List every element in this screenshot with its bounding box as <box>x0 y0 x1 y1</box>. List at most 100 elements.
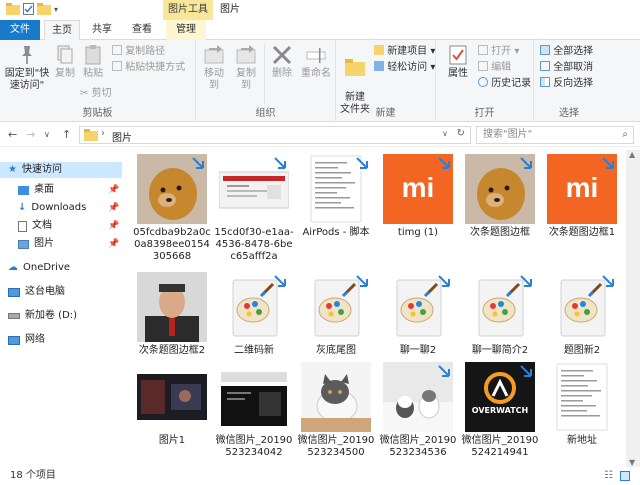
file-tile[interactable]: 05fcdba9b2a0c0a8398ee0154305668 <box>132 150 212 263</box>
pin-icon <box>22 46 32 64</box>
sidebar-item-drive-d[interactable]: 新加卷 (D:) <box>8 308 77 324</box>
open-button[interactable]: 打开 ▾ <box>478 45 519 58</box>
sidebar-item-network[interactable]: 网络 <box>8 332 45 348</box>
file-tile[interactable]: 聊一聊2 <box>378 268 458 357</box>
pin-quick-access-button[interactable]: 固定到"快速访问" <box>2 44 52 92</box>
paint-thumbnail <box>383 272 453 342</box>
sidebar-item-this-pc[interactable]: 这台电脑 <box>8 284 65 300</box>
file-tile[interactable]: 微信图片_20190523234500 <box>296 358 376 459</box>
path-dropdown-icon[interactable]: ∨ <box>442 129 448 138</box>
file-tile[interactable]: 次条题图边框 <box>460 150 540 239</box>
select-none-button[interactable]: 全部取消 <box>540 61 593 74</box>
file-tile[interactable]: 微信图片_20190523234536 <box>378 358 458 459</box>
copy-icon <box>57 45 73 64</box>
sidebar-item-downloads[interactable]: ↓ Downloads 📌 <box>18 200 119 216</box>
large-icons-view-icon[interactable] <box>620 471 630 481</box>
invert-selection-icon <box>540 77 550 87</box>
dog-thumbnail <box>465 154 535 224</box>
tab-share[interactable]: 共享 <box>84 20 120 40</box>
file-tile[interactable]: mi timg (1) <box>378 150 458 239</box>
folder-icon[interactable] <box>6 3 20 15</box>
doc-thumbnail <box>547 362 617 432</box>
file-tile[interactable]: 15cd0f30-e1aa-4536-8478-6bec65afff2a <box>214 150 294 263</box>
star-icon: ★ <box>8 164 17 175</box>
file-tile[interactable]: 新地址 <box>542 358 622 447</box>
file-tile[interactable]: 二维码新 <box>214 268 294 357</box>
tab-file[interactable]: 文件 <box>0 20 40 40</box>
select-all-label: 全部选择 <box>553 46 594 57</box>
copy-label: 复制 <box>55 68 75 79</box>
cut-button[interactable]: ✂ 剪切 <box>80 87 112 100</box>
file-name: timg (1) <box>397 227 439 238</box>
delete-button[interactable]: 删除 <box>268 44 296 80</box>
details-view-icon[interactable]: ☷ <box>604 467 613 485</box>
easy-access-button[interactable]: 轻松访问 ▾ <box>374 61 435 74</box>
pin-icon[interactable]: 📌 <box>108 236 119 252</box>
refresh-icon[interactable]: ↻ <box>457 128 465 139</box>
file-tile[interactable]: 题图新2 <box>542 268 622 357</box>
copy-path-button[interactable]: 复制路径 <box>112 45 165 58</box>
cut-label: 剪切 <box>91 88 112 99</box>
file-tile[interactable]: OVERWATCH 微信图片_20190524214941 <box>460 358 540 459</box>
history-button[interactable]: 历史记录 <box>478 77 531 90</box>
invert-selection-label: 反向选择 <box>553 78 594 89</box>
move-to-button[interactable]: 移动到 <box>200 44 228 92</box>
file-tile[interactable]: 灰底尾图 <box>296 268 376 357</box>
copy-to-button[interactable]: 复制到 <box>232 44 260 92</box>
easy-access-label: 轻松访问 <box>387 62 428 73</box>
paste-shortcut-icon <box>112 61 122 71</box>
chevron-down-icon[interactable]: ▾ <box>54 5 58 14</box>
tab-home[interactable]: 主页 <box>44 20 80 41</box>
path-segment[interactable]: 图片 <box>112 129 132 144</box>
recent-locations-chevron-icon[interactable]: ∨ <box>44 130 50 139</box>
back-arrow-icon[interactable]: ← <box>8 128 17 141</box>
paste-label: 粘贴 <box>83 68 103 79</box>
cloud-icon: ☁ <box>8 262 18 273</box>
paste-shortcut-button[interactable]: 粘贴快捷方式 <box>112 61 185 74</box>
paste-button[interactable]: 粘贴 <box>80 44 106 80</box>
invert-selection-button[interactable]: 反向选择 <box>540 77 593 90</box>
sidebar-item-onedrive[interactable]: ☁ OneDrive <box>8 260 70 276</box>
desktop-icon <box>18 185 29 195</box>
file-tile[interactable]: 聊一聊简介2 <box>460 268 540 357</box>
sidebar-item-label: Downloads <box>31 202 87 213</box>
rename-button[interactable]: 重命名 <box>300 44 332 80</box>
tab-manage[interactable]: 管理 <box>166 20 206 40</box>
sidebar-item-quick-access[interactable]: ★ 快速访问 <box>0 162 122 178</box>
file-tile[interactable]: AirPods - 脚本 <box>296 150 376 239</box>
properties-button[interactable]: 属性 <box>444 44 472 80</box>
file-tile[interactable]: 次条题图边框2 <box>132 268 212 357</box>
file-tile[interactable]: 图片1 <box>132 358 212 447</box>
search-input[interactable]: 搜索"图片" ⌕ <box>476 126 634 144</box>
new-item-button[interactable]: 新建项目 ▾ <box>374 45 435 58</box>
shortcut-arrow-icon <box>520 365 532 377</box>
history-icon <box>478 77 488 87</box>
scroll-down-icon[interactable]: ▼ <box>629 458 635 467</box>
address-path[interactable]: › 图片 ∨ ↻ <box>79 126 471 144</box>
shortcut-arrow-icon <box>274 157 286 169</box>
pin-icon[interactable]: 📌 <box>108 200 119 216</box>
file-tile[interactable]: mi 次条题图边框1 <box>542 150 622 239</box>
new-folder-icon[interactable] <box>37 3 51 15</box>
sidebar-item-pictures[interactable]: 图片 📌 <box>18 236 119 252</box>
file-name: 15cd0f30-e1aa-4536-8478-6bec65afff2a <box>214 227 294 262</box>
paint-thumbnail <box>547 272 617 342</box>
mi-logo-text: mi <box>401 172 435 203</box>
pin-icon[interactable]: 📌 <box>108 182 119 198</box>
pin-icon[interactable]: 📌 <box>108 218 119 234</box>
select-all-button[interactable]: 全部选择 <box>540 45 593 58</box>
scroll-up-icon[interactable]: ▲ <box>629 150 635 159</box>
properties-icon[interactable] <box>23 3 34 15</box>
vertical-scrollbar[interactable]: ▲ ▼ <box>626 150 640 467</box>
copy-button[interactable]: 复制 <box>52 44 78 80</box>
tab-view[interactable]: 查看 <box>124 20 160 40</box>
sidebar-item-desktop[interactable]: 桌面 📌 <box>18 182 119 198</box>
forward-arrow-icon[interactable]: → <box>26 128 35 141</box>
file-tile[interactable]: 微信图片_20190523234042 <box>214 358 294 459</box>
up-arrow-icon[interactable]: ↑ <box>62 128 71 141</box>
file-name: 微信图片_20190523234042 <box>215 435 293 458</box>
window-title: 图片 <box>220 4 240 15</box>
edit-button[interactable]: 编辑 <box>478 61 511 74</box>
drive-icon <box>8 313 20 319</box>
sidebar-item-documents[interactable]: 文档 📌 <box>18 218 119 234</box>
